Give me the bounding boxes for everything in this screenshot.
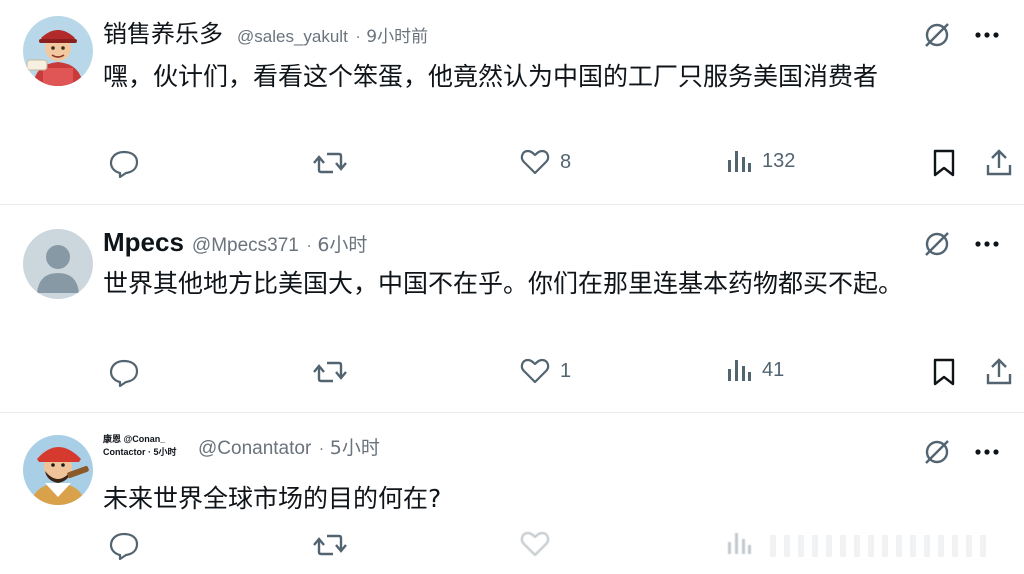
retweet-button[interactable] <box>313 357 347 387</box>
reply-icon <box>108 357 140 387</box>
views-icon <box>726 148 752 174</box>
bookmark-icon <box>931 357 957 387</box>
post-action-bar: 8 132 <box>0 148 1024 182</box>
bookmark-icon <box>931 148 957 178</box>
like-count: 1 <box>560 359 572 382</box>
more-icon[interactable] <box>974 240 1000 248</box>
post-header: @Conantator · 5小时 <box>198 433 380 460</box>
post-header: Mpecs @Mpecs371 · 6小时 <box>103 227 367 258</box>
separator: · <box>319 442 324 458</box>
post-top-actions <box>922 437 1000 467</box>
share-button[interactable] <box>985 357 1013 387</box>
reply-button[interactable] <box>108 530 140 560</box>
post-1[interactable]: 销售养乐多 @sales_yakult · 9小时前 嘿，伙计们，看看这个笨蛋，… <box>0 0 1024 204</box>
retweet-button[interactable] <box>313 148 347 178</box>
views-count: 132 <box>762 149 796 172</box>
like-count: 8 <box>560 150 572 173</box>
share-button[interactable] <box>985 148 1013 178</box>
share-icon <box>985 148 1013 178</box>
more-icon[interactable] <box>974 31 1000 39</box>
watermark-overlay <box>770 535 990 557</box>
retweet-icon <box>313 148 347 178</box>
mute-icon[interactable] <box>922 20 952 50</box>
heart-icon <box>520 530 550 558</box>
author-name[interactable]: 销售养乐多 <box>103 14 223 49</box>
heart-icon <box>520 357 550 385</box>
author-handle[interactable]: @Mpecs371 <box>192 235 299 257</box>
bookmark-button[interactable] <box>931 148 957 178</box>
cartoon-pirate-avatar-icon <box>23 435 93 505</box>
post-top-actions <box>922 229 1000 259</box>
separator: · <box>355 30 361 46</box>
avatar[interactable] <box>23 229 93 299</box>
embedded-name-line: 康恩 @Conan_ <box>103 434 166 444</box>
reply-icon <box>108 530 140 560</box>
post-header: 销售养乐多 @sales_yakult · 9小时前 <box>103 14 428 49</box>
post-text: 嘿，伙计们，看看这个笨蛋，他竟然认为中国的工厂只服务美国消费者 <box>103 62 879 91</box>
embedded-handle-line: Contactor · 5小时 <box>103 447 177 457</box>
reply-icon <box>108 148 140 178</box>
post-action-bar: 1 41 <box>0 357 1024 391</box>
post-time[interactable]: 6小时 <box>317 230 367 257</box>
author-handle[interactable]: @sales_yakult <box>237 27 348 47</box>
views-button[interactable]: 132 <box>726 148 795 174</box>
retweet-icon <box>313 357 347 387</box>
reply-button[interactable] <box>108 357 140 387</box>
views-icon <box>726 357 752 383</box>
like-button[interactable] <box>520 530 550 558</box>
post-text: 未来世界全球市场的目的何在? <box>103 484 442 513</box>
default-user-avatar-icon <box>23 229 93 299</box>
views-icon <box>726 530 752 556</box>
views-button[interactable] <box>726 530 752 556</box>
post-time[interactable]: 5小时 <box>330 433 380 460</box>
views-button[interactable]: 41 <box>726 357 784 383</box>
views-count: 41 <box>762 358 785 381</box>
more-icon[interactable] <box>974 448 1000 456</box>
avatar[interactable] <box>23 16 93 86</box>
mute-icon[interactable] <box>922 437 952 467</box>
post-2[interactable]: Mpecs @Mpecs371 · 6小时 世界其他地方比美国大，中国不在乎。你… <box>0 205 1024 412</box>
like-button[interactable]: 8 <box>520 148 571 176</box>
bookmark-button[interactable] <box>931 357 957 387</box>
separator: · <box>306 239 312 255</box>
post-text: 世界其他地方比美国大，中国不在乎。你们在那里连基本药物都买不起。 <box>103 269 904 298</box>
retweet-icon <box>313 530 347 560</box>
post-top-actions <box>922 20 1000 50</box>
heart-icon <box>520 148 550 176</box>
reply-button[interactable] <box>108 148 140 178</box>
post-time[interactable]: 9小时前 <box>366 22 428 47</box>
embedded-author-info: 康恩 @Conan_ Contactor · 5小时 <box>103 433 199 459</box>
like-button[interactable]: 1 <box>520 357 571 385</box>
share-icon <box>985 357 1013 387</box>
author-name[interactable]: Mpecs <box>103 227 184 258</box>
avatar[interactable] <box>23 435 93 505</box>
retweet-button[interactable] <box>313 530 347 560</box>
author-handle[interactable]: @Conantator <box>198 438 311 460</box>
cartoon-character-avatar-icon <box>23 16 93 86</box>
mute-icon[interactable] <box>922 229 952 259</box>
